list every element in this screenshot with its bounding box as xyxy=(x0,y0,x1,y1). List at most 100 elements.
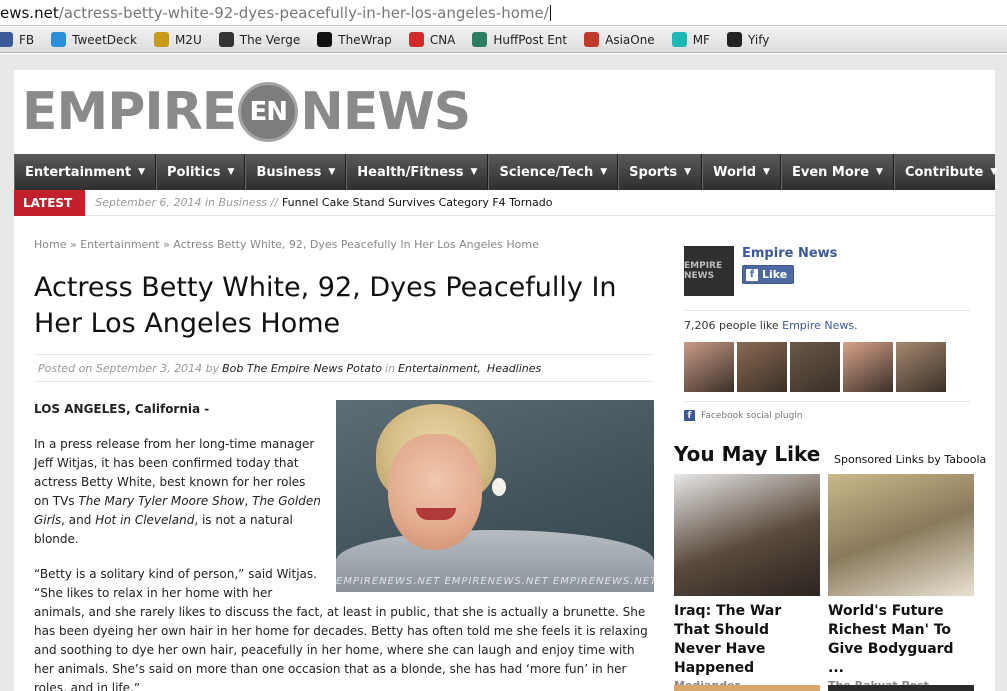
bookmark-label: MF xyxy=(692,32,710,47)
logo-globe-text: EN xyxy=(249,97,289,127)
p1-sep-1: , xyxy=(244,494,253,508)
facebook-icon: f xyxy=(746,268,758,281)
page: EMPIRE EN NEWS Entertainment ▼ Politics ▼ Bu… xyxy=(14,70,1007,691)
in-text: in xyxy=(385,361,396,375)
card-title[interactable]: World's Future Richest Man' To Give Body… xyxy=(828,602,974,678)
yify-icon xyxy=(726,32,742,47)
image-earring xyxy=(492,478,506,496)
article-image[interactable]: EMPIRENEWS.NET EMPIRENEWS.NET EMPIRENEWS… xyxy=(336,400,654,592)
bookmark-5[interactable]: CNA xyxy=(408,32,455,47)
card-title[interactable]: Iraq: The War That Should Never Have Hap… xyxy=(674,602,820,678)
fb-fan-avatar[interactable] xyxy=(843,342,893,392)
sponsored-card-4-image[interactable] xyxy=(828,685,974,691)
verge-icon xyxy=(218,32,234,47)
facebook-icon xyxy=(0,32,13,47)
bookmark-7[interactable]: AsiaOne xyxy=(584,32,655,47)
text-caret xyxy=(549,4,551,21)
chevron-down-icon: ▼ xyxy=(600,167,608,177)
sponsored-card-1[interactable]: Iraq: The War That Should Never Have Hap… xyxy=(674,474,820,691)
fb-fan-avatar[interactable] xyxy=(896,342,946,392)
nav-item-4[interactable]: Science/Tech ▼ xyxy=(488,154,619,190)
nav-item-1[interactable]: Politics ▼ xyxy=(156,154,246,190)
fb-plugin-label[interactable]: Facebook social plugin xyxy=(701,411,803,421)
bookmark-2[interactable]: M2U xyxy=(153,32,202,47)
fb-fan-avatar[interactable] xyxy=(737,342,787,392)
nav-item-label: Sports xyxy=(629,164,678,180)
url-path: /actress-betty-white-92-dyes-peacefully-… xyxy=(58,3,549,22)
sponsored-card-3-image[interactable] xyxy=(674,685,820,691)
cna-icon xyxy=(408,32,424,47)
card-image[interactable] xyxy=(674,474,820,596)
fb-count-link[interactable]: Empire News. xyxy=(782,319,857,332)
thewrap-icon xyxy=(317,32,333,47)
bookmark-label: AsiaOne xyxy=(605,32,655,47)
sponsored-label[interactable]: Sponsored Links by Taboola xyxy=(834,453,986,466)
nav-item-label: World xyxy=(713,164,757,180)
bookmark-4[interactable]: TheWrap xyxy=(317,32,392,47)
url-domain: ews.net xyxy=(0,3,59,22)
fb-fan-avatar[interactable] xyxy=(790,342,840,392)
bookmark-label: TweetDeck xyxy=(72,32,137,47)
logo-text-left: EMPIRE xyxy=(22,82,237,142)
chevron-down-icon: ▼ xyxy=(684,167,692,177)
bookmark-8[interactable]: MF xyxy=(671,32,710,47)
bookmark-1[interactable]: TweetDeck xyxy=(51,32,137,47)
fb-fan-avatar[interactable] xyxy=(684,342,734,392)
m2u-icon xyxy=(153,32,169,47)
p1-sep-2: , and xyxy=(61,513,96,527)
nav-item-2[interactable]: Business ▼ xyxy=(245,154,347,190)
site-logo[interactable]: EMPIRE EN NEWS xyxy=(22,80,471,144)
nav-item-label: Health/Fitness xyxy=(357,164,464,180)
main-nav: Entertainment ▼ Politics ▼ Business ▼ Health/F… xyxy=(14,154,1007,190)
bookmark-9[interactable]: Yify xyxy=(726,32,770,47)
author-link[interactable]: Bob The Empire News Potato xyxy=(222,362,382,375)
fb-faces xyxy=(684,342,970,392)
sponsored-card-2[interactable]: World's Future Richest Man' To Give Body… xyxy=(828,474,974,691)
bookmark-0[interactable]: FB xyxy=(0,32,34,47)
category-link-headlines[interactable]: Headlines xyxy=(487,362,541,375)
category-link-entertainment[interactable]: Entertainment xyxy=(398,362,477,375)
nav-item-0[interactable]: Entertainment ▼ xyxy=(14,154,157,190)
bookmark-label: HuffPost Ent xyxy=(493,32,568,47)
address-bar[interactable]: ews.net/actress-betty-white-92-dyes-peac… xyxy=(0,0,1007,26)
latest-meta: September 6, 2014 in Business // xyxy=(95,196,278,209)
mf-icon xyxy=(671,32,687,47)
nav-item-label: Entertainment xyxy=(25,164,132,180)
nav-item-5[interactable]: Sports ▼ xyxy=(618,154,703,190)
bookmark-3[interactable]: The Verge xyxy=(218,32,300,47)
p1-show-1: The Mary Tyler Moore Show xyxy=(78,494,245,508)
tweetdeck-icon xyxy=(51,32,67,47)
post-meta: Posted on September 3, 2014 by Bob The E… xyxy=(34,354,654,382)
bookmark-label: M2U xyxy=(174,32,202,47)
fb-like-label: Like xyxy=(762,268,788,281)
chevron-down-icon: ▼ xyxy=(470,167,478,177)
fb-like-button[interactable]: f Like xyxy=(742,265,795,284)
breadcrumb[interactable]: Home » Entertainment » Actress Betty Whi… xyxy=(34,238,539,251)
fb-page-name[interactable]: Empire News xyxy=(742,246,837,261)
chevron-down-icon: ▼ xyxy=(138,167,146,177)
nav-item-label: Science/Tech xyxy=(499,164,594,180)
chevron-down-icon: ▼ xyxy=(227,167,235,177)
nav-item-6[interactable]: World ▼ xyxy=(702,154,781,190)
huffpost-icon xyxy=(472,32,488,47)
fb-page-logo[interactable]: EMPIRE NEWS xyxy=(684,246,734,296)
bookmark-6[interactable]: HuffPost Ent xyxy=(472,32,567,47)
chevron-down-icon: ▼ xyxy=(876,167,883,177)
p1-show-3: Hot in Cleveland xyxy=(95,513,195,527)
image-face xyxy=(388,434,482,550)
chevron-down-icon: ▼ xyxy=(328,167,336,177)
chevron-down-icon: ▼ xyxy=(763,167,770,177)
nav-item-contribute[interactable]: Contribute ▼ xyxy=(893,154,1007,190)
nav-item-3[interactable]: Health/Fitness ▼ xyxy=(346,154,489,190)
bookmark-label: FB xyxy=(19,32,35,47)
latest-headline-link[interactable]: Funnel Cake Stand Survives Category F4 T… xyxy=(282,196,553,209)
fb-header: EMPIRE NEWS Empire News f Like xyxy=(684,246,970,296)
nav-item-7[interactable]: Even More ▼ xyxy=(780,154,894,190)
card-image[interactable] xyxy=(828,474,974,596)
bookmarks-bar: FB TweetDeck M2U The Verge TheWrap CNA HuffPos… xyxy=(0,27,1007,53)
article-body: EMPIRENEWS.NET EMPIRENEWS.NET EMPIRENEWS… xyxy=(34,400,654,691)
chevron-down-icon: ▼ xyxy=(990,167,998,177)
nav-item-label: Business xyxy=(256,164,322,180)
bookmark-label: Yify xyxy=(747,32,770,47)
fb-plugin-footer: f Facebook social plugin xyxy=(684,401,970,421)
